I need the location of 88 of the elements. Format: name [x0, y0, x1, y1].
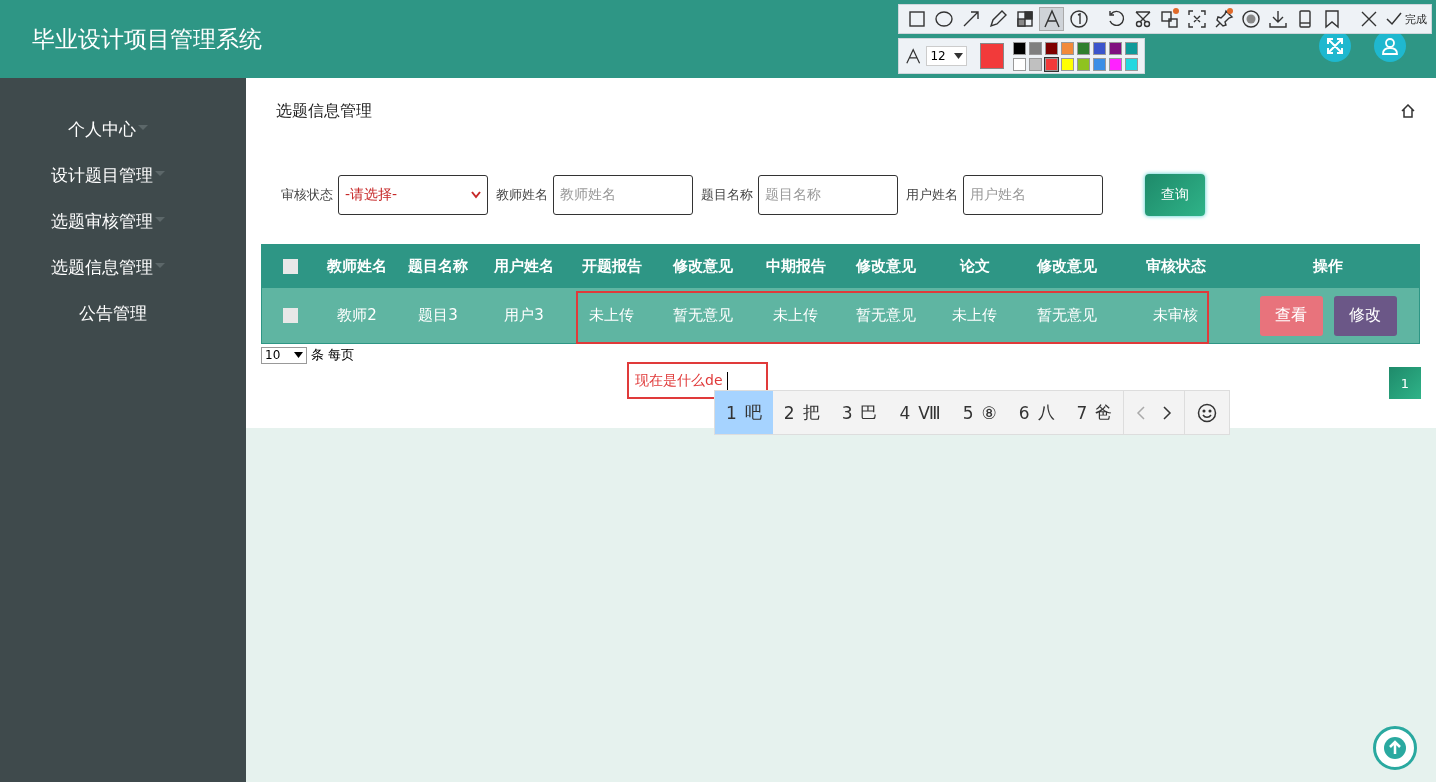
chevron-right-icon[interactable] — [1162, 405, 1173, 420]
color-swatch[interactable] — [1029, 57, 1042, 71]
ocr-icon — [1186, 9, 1207, 29]
page-size-label: 条 每页 — [311, 346, 355, 364]
column-header: 中期报告 — [749, 245, 842, 288]
number-icon — [1068, 9, 1089, 29]
chevron-down-icon — [471, 191, 481, 199]
column-header: 教师姓名 — [319, 245, 395, 288]
table-cell: 题目3 — [395, 288, 481, 343]
record-icon — [1240, 9, 1261, 29]
color-swatch[interactable] — [1077, 57, 1090, 71]
checkbox[interactable] — [283, 259, 298, 274]
color-swatch[interactable] — [1061, 41, 1074, 55]
edit-button[interactable]: 修改 — [1333, 295, 1397, 336]
color-swatch[interactable] — [1013, 57, 1026, 71]
download-icon — [1267, 9, 1288, 29]
chevron-down-icon — [294, 352, 303, 358]
color-swatch[interactable] — [1029, 41, 1042, 55]
checkmark-icon — [1386, 12, 1402, 26]
current-color-swatch[interactable] — [980, 43, 1004, 69]
page-size-select[interactable]: 10 — [261, 346, 307, 364]
done-button[interactable]: 完成 — [1386, 11, 1427, 27]
smiley-icon[interactable] — [1197, 402, 1218, 423]
mosaic-icon — [1014, 9, 1035, 29]
color-swatch[interactable] — [1093, 41, 1106, 55]
expand-icon — [1326, 37, 1344, 55]
color-swatch[interactable] — [1125, 57, 1138, 71]
text-icon — [1041, 9, 1062, 29]
column-header: 修改意见 — [656, 245, 749, 288]
column-header: 论文 — [930, 245, 1019, 288]
column-header: 用户姓名 — [481, 245, 567, 288]
color-swatch[interactable] — [1061, 57, 1074, 71]
table-cell: 教师2 — [319, 288, 395, 343]
candidate-item[interactable]: 7 爸 — [1065, 391, 1124, 434]
color-swatch[interactable] — [1093, 57, 1106, 71]
user-icon — [1381, 37, 1399, 55]
column-header: 开题报告 — [567, 245, 656, 288]
color-swatch[interactable] — [1045, 57, 1058, 71]
column-header: 审核状态 — [1114, 245, 1237, 288]
color-swatch[interactable] — [1045, 41, 1058, 55]
color-swatch[interactable] — [1109, 41, 1122, 55]
candidate-item[interactable]: 6 八 — [1007, 391, 1066, 434]
home-icon — [1401, 104, 1415, 118]
table-cell: 暂无意见 — [656, 288, 749, 343]
candidate-item[interactable]: 3 巴 — [830, 391, 889, 434]
table-cell: 暂无意见 — [1019, 288, 1114, 343]
table-cell: 未上传 — [567, 288, 656, 343]
table-cell: 未上传 — [930, 288, 1019, 343]
candidate-item[interactable]: 1 吧 — [715, 391, 773, 434]
sidebar-item[interactable]: 选题信息管理 — [51, 255, 153, 279]
color-swatch[interactable] — [1109, 57, 1122, 71]
column-header: 操作 — [1237, 245, 1419, 288]
column-header: 题目名称 — [395, 245, 481, 288]
column-header: 修改意见 — [842, 245, 930, 288]
pen-icon — [987, 9, 1008, 29]
rectangle-icon — [906, 9, 927, 29]
color-swatch[interactable] — [1125, 41, 1138, 55]
font-size-icon — [905, 47, 922, 65]
sidebar-item[interactable]: 设计题目管理 — [51, 163, 153, 187]
field-label: 题目名称 — [701, 186, 753, 204]
caret-icon — [954, 53, 964, 59]
color-swatch[interactable] — [1077, 41, 1090, 55]
candidate-item[interactable]: 4 Ⅷ — [888, 391, 952, 434]
table-cell: 未上传 — [749, 288, 842, 343]
field-label: 审核状态 — [281, 186, 333, 204]
checkbox[interactable] — [283, 308, 298, 323]
sidebar-item[interactable]: 个人中心 — [68, 117, 136, 141]
sidebar-item[interactable]: 公告管理 — [79, 301, 147, 325]
arrow-up-icon — [1384, 737, 1406, 759]
table-cell: 未审核 — [1114, 288, 1237, 343]
candidate-item[interactable]: 5 ⑧ — [951, 391, 1008, 434]
app-title: 毕业设计项目管理系统 — [32, 24, 262, 54]
column-header: 修改意见 — [1019, 245, 1114, 288]
table-cell: 暂无意见 — [842, 288, 930, 343]
back-to-top-button[interactable] — [1373, 726, 1417, 770]
translate-icon — [1159, 9, 1180, 29]
ellipse-icon — [933, 9, 954, 29]
page-title: 选题信息管理 — [276, 100, 373, 122]
sidebar-item[interactable]: 选题审核管理 — [51, 209, 153, 233]
pin-icon — [1213, 9, 1234, 29]
color-swatch[interactable] — [1013, 41, 1026, 55]
font-size-select[interactable]: 12 — [926, 46, 968, 66]
tool-button[interactable] — [1039, 7, 1064, 31]
candidate-item[interactable]: 2 把 — [772, 391, 831, 434]
field-label: 用户姓名 — [906, 186, 958, 204]
field-label: 教师姓名 — [496, 186, 548, 204]
table-cell: 用户3 — [481, 288, 567, 343]
status-select[interactable]: -请选择- — [338, 175, 488, 215]
